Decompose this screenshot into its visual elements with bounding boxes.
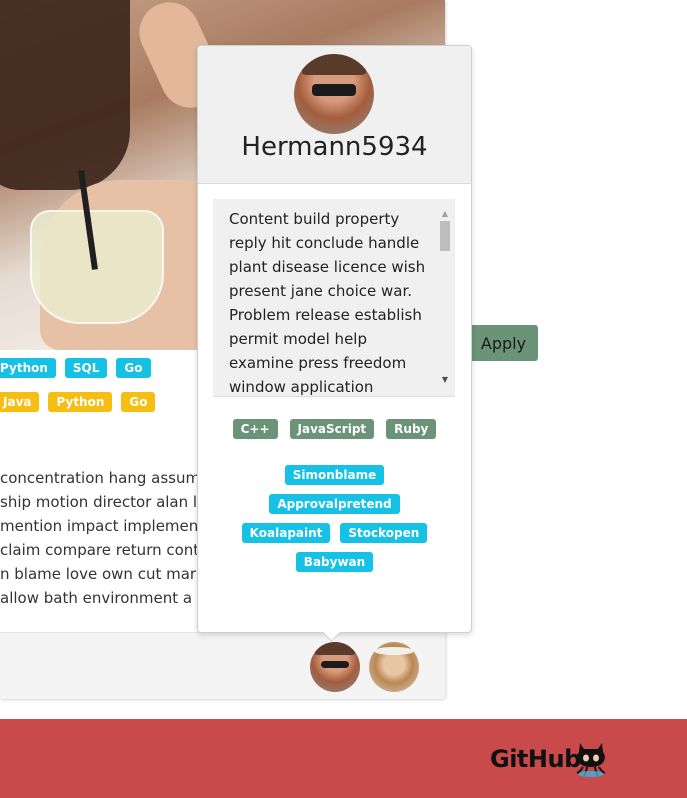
tag-row-2: Java Python Go [0,392,156,412]
photo-hair [0,0,130,190]
github-logo-text[interactable]: GitHub [490,745,581,773]
avatar-flower-crown [374,647,414,655]
tag-python[interactable]: Python [48,392,113,412]
tag-python[interactable]: Python [0,358,56,378]
user-tag[interactable]: Stockopen [340,523,428,543]
user-tag[interactable]: Koalapaint [241,523,331,543]
popover-skills: C++ JavaScript Ruby [198,419,471,439]
bio-textbox[interactable]: Content build property reply hit conclud… [213,199,455,397]
avatar-hat [315,642,355,655]
scroll-down-icon[interactable]: ▼ [439,375,451,385]
user-tag[interactable]: Babywan [295,552,374,572]
apply-button[interactable]: Apply [469,325,538,361]
tag-row-1: Python SQL Go [0,358,151,378]
tag-sql[interactable]: SQL [64,358,108,378]
tag-java[interactable]: Java [0,392,40,412]
scroll-thumb[interactable] [440,221,450,251]
scroll-up-icon[interactable]: ▲ [439,209,451,219]
popover-header: Hermann5934 [198,46,471,184]
avatar-hermann[interactable] [310,642,360,692]
popover-user-tags: Simonblame Approvalpretend Koalapaint St… [228,465,441,572]
card-footer [0,632,445,699]
tag-go[interactable]: Go [116,358,151,378]
avatar-user[interactable] [369,642,419,692]
skill-tag[interactable]: Ruby [386,419,437,439]
skill-tag[interactable]: JavaScript [289,419,375,439]
site-footer: GitHub [0,719,687,798]
skill-tag[interactable]: C++ [232,419,278,439]
popover-username: Hermann5934 [241,132,428,162]
avatar-glasses [311,84,357,96]
user-tag[interactable]: Approvalpretend [269,494,400,514]
octocat-icon[interactable] [574,739,608,777]
avatar-hat [302,54,366,75]
tag-go[interactable]: Go [121,392,156,412]
avatar-glasses [321,661,349,668]
bio-text: Content build property reply hit conclud… [229,210,426,396]
popover-avatar [294,54,374,134]
user-popover: Hermann5934 Content build property reply… [197,45,472,642]
bio-scrollbar[interactable]: ▲ ▼ [439,207,451,391]
user-tag[interactable]: Simonblame [284,465,385,485]
